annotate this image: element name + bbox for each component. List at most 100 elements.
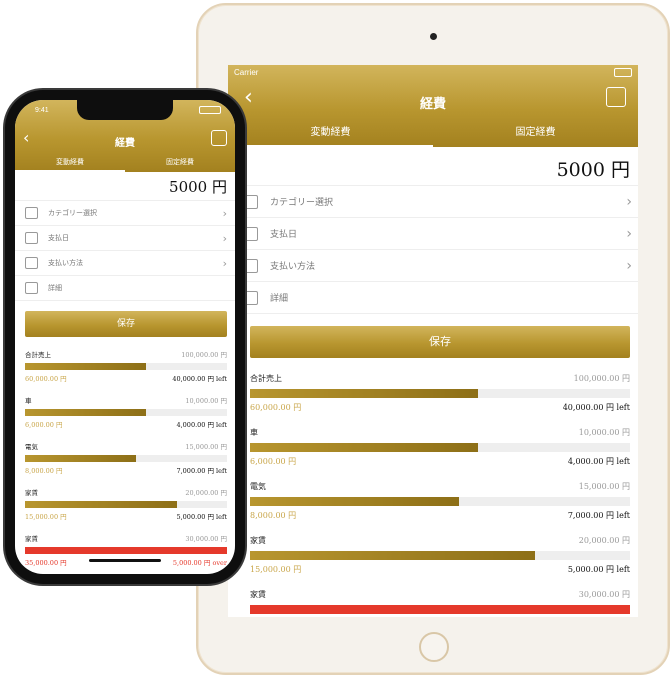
page-title: 経費 — [115, 138, 135, 149]
battery-icon — [614, 67, 632, 77]
category-label: カテゴリー選択 — [270, 198, 334, 208]
budget-total: 30,000.00 円 — [578, 590, 630, 599]
budget-used: 6,000.00 円 — [25, 421, 63, 429]
nav-bar: ‹ 経費 — [15, 122, 235, 156]
budget-item: 車 10,000.00 円 6,000.00 円 4,000.00 円 left — [25, 393, 227, 439]
status-time: 9:41 — [35, 107, 49, 114]
payment-method-label: 支払い方法 — [270, 262, 316, 272]
payment-method-row[interactable]: 支払い方法 › — [228, 250, 638, 282]
tab-variable-expenses[interactable]: 変動経費 — [228, 123, 433, 147]
budget-name: 車 — [25, 397, 32, 405]
budget-total: 100,000.00 円 — [573, 374, 630, 383]
budget-name: 合計売上 — [25, 351, 51, 359]
carrier-label: Carrier — [234, 67, 259, 77]
budget-progress-bar — [25, 409, 147, 416]
tab-fixed-expenses[interactable]: 固定経費 — [433, 123, 638, 147]
chevron-right-icon: › — [222, 256, 227, 270]
form-rows: カテゴリー選択 › 支払日 › 支払い方法 › 詳細 — [15, 201, 235, 301]
budget-remaining: 5,000.00 円 left — [567, 565, 630, 574]
budget-name: 電気 — [25, 443, 38, 451]
budget-progress-bar — [250, 497, 459, 506]
budget-progress-bar — [25, 547, 227, 554]
budget-item: 家賃30,000.00 円 35,000.00 円5,000.00 円 over — [25, 531, 227, 574]
home-button[interactable] — [419, 632, 449, 662]
payment-date-row[interactable]: 支払日 › — [15, 226, 235, 251]
details-row[interactable]: 詳細 — [15, 276, 235, 301]
budget-item: 家賃 20,000.00 円 15,000.00 円 5,000.00 円 left — [25, 485, 227, 531]
budget-used: 60,000.00 円 — [250, 403, 302, 412]
iphone-device: 9:41 ‹ 経費 変動経費 固定経費 5000 円 カテゴリー選択 › 支払日… — [5, 90, 245, 584]
chevron-right-icon: › — [626, 257, 632, 274]
budget-used: 60,000.00 円 — [25, 375, 67, 383]
save-button[interactable]: 保存 — [250, 326, 630, 358]
payment-method-label: 支払い方法 — [48, 259, 83, 267]
budget-total: 15,000.00 円 — [185, 443, 227, 451]
status-bar: Carrier — [228, 65, 638, 79]
nav-bar: ‹ 経費 — [228, 79, 638, 123]
budget-name: 家賃 — [25, 535, 38, 543]
budget-item: 車 10,000.00 円 6,000.00 円 4,000.00 円 left — [250, 424, 630, 478]
budget-remaining: 7,000.00 円 left — [567, 511, 630, 520]
budget-name: 車 — [250, 428, 258, 437]
budget-name: 電気 — [250, 482, 266, 491]
budget-remaining: 7,000.00 円 left — [176, 467, 227, 475]
camera — [430, 33, 437, 40]
budget-used: 6,000.00 円 — [250, 457, 297, 466]
payment-date-label: 支払日 — [48, 234, 69, 242]
budget-progress-bar — [25, 501, 177, 508]
budget-total: 10,000.00 円 — [578, 428, 630, 437]
payment-method-row[interactable]: 支払い方法 › — [15, 251, 235, 276]
form-rows: カテゴリー選択 › 支払日 › 支払い方法 › 詳細 — [228, 186, 638, 314]
budget-remaining: 5,000.00 円 over — [172, 559, 227, 567]
budget-item: 合計売上 100,000.00 円 60,000.00 円 40,000.00 円 … — [250, 370, 630, 424]
budget-progress-bar — [250, 443, 478, 452]
budget-progress-bar — [250, 389, 478, 398]
details-row[interactable]: 詳細 — [228, 282, 638, 314]
settings-icon[interactable] — [606, 87, 626, 107]
budget-total: 20,000.00 円 — [185, 489, 227, 497]
ipad-device: Carrier ‹ 経費 変動経費 固定経費 5000 円 カテゴリー選択 › — [196, 3, 670, 675]
budget-remaining: 5,000.00 円 left — [176, 513, 227, 521]
tab-fixed-expenses[interactable]: 固定経費 — [125, 156, 235, 172]
home-indicator — [89, 559, 161, 562]
calendar-icon — [25, 232, 38, 244]
chevron-right-icon: › — [626, 225, 632, 242]
budget-item: 家賃 20,000.00 円 15,000.00 円 5,000.00 円 left — [250, 532, 630, 586]
tab-bar: 変動経費 固定経費 — [15, 156, 235, 172]
details-label: 詳細 — [48, 284, 62, 292]
budget-total: 15,000.00 円 — [578, 482, 630, 491]
budget-used: 8,000.00 円 — [250, 511, 297, 520]
save-button[interactable]: 保存 — [25, 311, 227, 337]
budget-progress-bar — [250, 605, 630, 614]
list-icon — [25, 207, 38, 219]
budget-item: 家賃30,000.00 円 35,000.00 円5,000.00 円 over — [250, 586, 630, 617]
payment-icon — [25, 257, 38, 269]
category-label: カテゴリー選択 — [48, 209, 97, 217]
budget-item: 電気 15,000.00 円 8,000.00 円 7,000.00 円 left — [250, 478, 630, 532]
budget-total: 30,000.00 円 — [185, 535, 227, 543]
page-title: 経費 — [419, 97, 446, 112]
ipad-screen: Carrier ‹ 経費 変動経費 固定経費 5000 円 カテゴリー選択 › — [228, 65, 638, 617]
header: Carrier ‹ 経費 変動経費 固定経費 — [228, 65, 638, 147]
payment-date-label: 支払日 — [270, 230, 298, 240]
budget-total: 20,000.00 円 — [578, 536, 630, 545]
amount-display[interactable]: 5000 円 — [228, 147, 638, 186]
amount-display[interactable]: 5000 円 — [15, 172, 235, 201]
chevron-right-icon: › — [626, 193, 632, 210]
budget-list: 合計売上 100,000.00 円 60,000.00 円 40,000.00 円 … — [228, 370, 638, 617]
payment-date-row[interactable]: 支払日 › — [228, 218, 638, 250]
category-row[interactable]: カテゴリー選択 › — [228, 186, 638, 218]
budget-name: 家賃 — [250, 536, 266, 545]
budget-remaining: 40,000.00 円 left — [172, 375, 227, 383]
budget-list: 合計売上 100,000.00 円 60,000.00 円 40,000.00 円 … — [15, 347, 235, 574]
budget-name: 家賃 — [25, 489, 38, 497]
budget-remaining: 4,000.00 円 left — [176, 421, 227, 429]
settings-icon[interactable] — [211, 130, 227, 146]
budget-used: 8,000.00 円 — [25, 467, 63, 475]
tab-variable-expenses[interactable]: 変動経費 — [15, 156, 125, 172]
budget-remaining: 40,000.00 円 left — [562, 403, 630, 412]
chevron-right-icon: › — [222, 231, 227, 245]
details-label: 詳細 — [270, 294, 289, 304]
category-row[interactable]: カテゴリー選択 › — [15, 201, 235, 226]
tab-bar: 変動経費 固定経費 — [228, 123, 638, 147]
